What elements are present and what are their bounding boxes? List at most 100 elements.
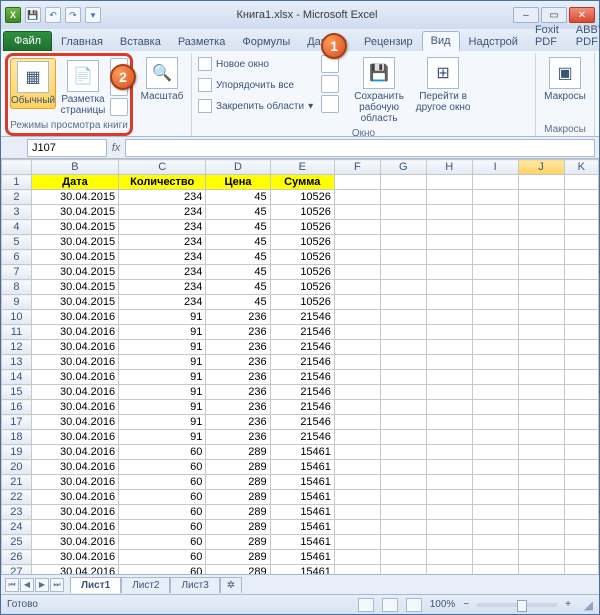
cell[interactable]	[472, 490, 518, 505]
row-header[interactable]: 25	[2, 535, 32, 550]
cell[interactable]	[380, 295, 426, 310]
row-header[interactable]: 24	[2, 520, 32, 535]
save-icon[interactable]: 💾	[25, 7, 41, 23]
row-header[interactable]: 19	[2, 445, 32, 460]
cell[interactable]	[380, 340, 426, 355]
cell[interactable]: 91	[119, 355, 206, 370]
cell[interactable]	[564, 235, 598, 250]
cell[interactable]	[518, 235, 564, 250]
cell[interactable]	[426, 475, 472, 490]
cell[interactable]	[426, 445, 472, 460]
cell[interactable]: 45	[206, 205, 270, 220]
cell[interactable]: 21546	[270, 325, 334, 340]
cell[interactable]	[564, 295, 598, 310]
cell[interactable]	[564, 460, 598, 475]
cell[interactable]	[518, 280, 564, 295]
cell[interactable]	[472, 520, 518, 535]
cell[interactable]	[426, 250, 472, 265]
cell[interactable]	[518, 535, 564, 550]
undo-icon[interactable]: ↶	[45, 7, 61, 23]
cell[interactable]: 91	[119, 325, 206, 340]
cell[interactable]	[334, 490, 380, 505]
cell[interactable]: 289	[206, 460, 270, 475]
redo-icon[interactable]: ↷	[65, 7, 81, 23]
cell[interactable]	[518, 400, 564, 415]
sheet-tab-3[interactable]: Лист3	[170, 577, 219, 593]
cell[interactable]: 30.04.2016	[31, 400, 118, 415]
cell[interactable]	[380, 235, 426, 250]
cell[interactable]	[518, 370, 564, 385]
cell[interactable]	[518, 325, 564, 340]
cell[interactable]	[518, 520, 564, 535]
cell[interactable]: 91	[119, 415, 206, 430]
cell[interactable]: 10526	[270, 250, 334, 265]
cell[interactable]: 30.04.2015	[31, 205, 118, 220]
row-header[interactable]: 16	[2, 400, 32, 415]
cell[interactable]	[564, 310, 598, 325]
cell[interactable]: 15461	[270, 460, 334, 475]
cell[interactable]	[472, 565, 518, 575]
cell[interactable]	[518, 310, 564, 325]
row-header[interactable]: 3	[2, 205, 32, 220]
cell[interactable]: 30.04.2015	[31, 250, 118, 265]
cell[interactable]	[334, 340, 380, 355]
cell[interactable]: 236	[206, 310, 270, 325]
cell[interactable]	[380, 565, 426, 575]
cell[interactable]	[426, 550, 472, 565]
cell[interactable]: 10526	[270, 220, 334, 235]
cell[interactable]: 45	[206, 235, 270, 250]
cell[interactable]	[380, 310, 426, 325]
cell[interactable]: 30.04.2016	[31, 505, 118, 520]
cell[interactable]	[334, 205, 380, 220]
row-header[interactable]: 5	[2, 235, 32, 250]
cell[interactable]: 91	[119, 430, 206, 445]
cell[interactable]	[564, 445, 598, 460]
cell[interactable]: 60	[119, 535, 206, 550]
cell[interactable]: 10526	[270, 265, 334, 280]
cell[interactable]: 30.04.2016	[31, 325, 118, 340]
cell[interactable]: 60	[119, 565, 206, 575]
cell[interactable]: 21546	[270, 385, 334, 400]
cell[interactable]	[518, 565, 564, 575]
cell[interactable]	[426, 460, 472, 475]
cell[interactable]: 21546	[270, 400, 334, 415]
zoom-level[interactable]: 100%	[430, 599, 456, 610]
cell[interactable]: 289	[206, 520, 270, 535]
tab-addins[interactable]: Надстрой	[461, 33, 526, 51]
cell[interactable]	[334, 505, 380, 520]
cell[interactable]: 45	[206, 220, 270, 235]
cell[interactable]	[564, 505, 598, 520]
row-header[interactable]: 26	[2, 550, 32, 565]
cell[interactable]	[380, 355, 426, 370]
tab-review[interactable]: Рецензир	[356, 33, 421, 51]
cell[interactable]	[472, 430, 518, 445]
cell[interactable]: 91	[119, 340, 206, 355]
cell[interactable]	[518, 295, 564, 310]
cell[interactable]: 60	[119, 550, 206, 565]
cell[interactable]: 30.04.2015	[31, 235, 118, 250]
cell[interactable]	[518, 415, 564, 430]
cell[interactable]: 236	[206, 430, 270, 445]
cell[interactable]	[472, 550, 518, 565]
row-header[interactable]: 27	[2, 565, 32, 575]
cell[interactable]	[380, 370, 426, 385]
arrange-all-button[interactable]: Упорядочить все	[198, 76, 313, 94]
cell[interactable]: 60	[119, 475, 206, 490]
cell[interactable]: 91	[119, 370, 206, 385]
cell[interactable]	[518, 265, 564, 280]
row-header[interactable]: 8	[2, 280, 32, 295]
cell[interactable]: 60	[119, 445, 206, 460]
cell[interactable]: 60	[119, 490, 206, 505]
sheet-tab-1[interactable]: Лист1	[70, 577, 121, 593]
name-box[interactable]	[27, 139, 107, 157]
macros-button[interactable]: ▣ Макросы	[542, 55, 588, 104]
cell[interactable]: 30.04.2016	[31, 370, 118, 385]
cell[interactable]	[564, 325, 598, 340]
row-header[interactable]: 14	[2, 370, 32, 385]
cell[interactable]	[472, 310, 518, 325]
cell[interactable]	[426, 430, 472, 445]
cell[interactable]	[380, 265, 426, 280]
cell[interactable]	[564, 415, 598, 430]
cell[interactable]: 45	[206, 190, 270, 205]
new-sheet-button[interactable]: ✲	[220, 577, 242, 593]
